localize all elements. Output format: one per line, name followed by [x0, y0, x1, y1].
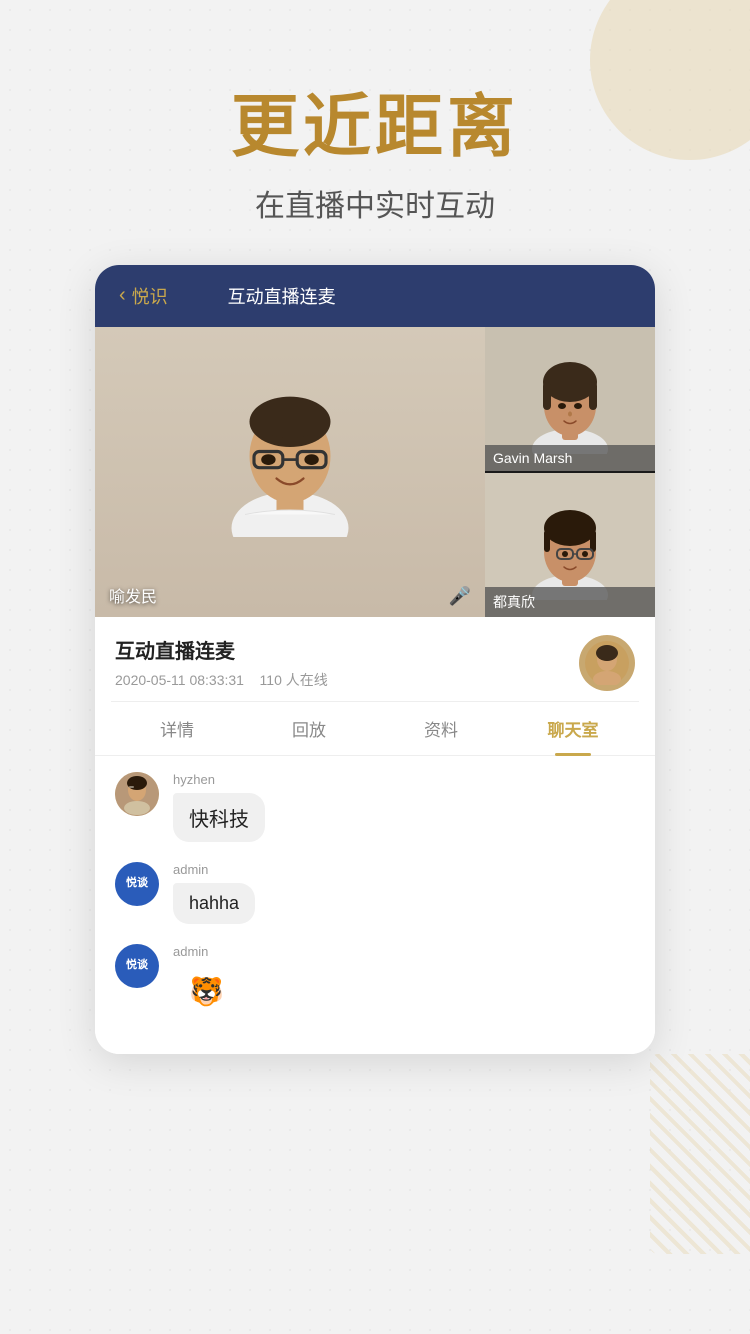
chat-avatar-3: 悦谈 — [115, 944, 159, 988]
side-person-1-svg — [530, 344, 610, 454]
main-video-feed — [95, 327, 485, 617]
session-date: 2020-05-11 08:33:31 — [115, 672, 244, 688]
chat-area: hyzhen 快科技 悦谈 admin hahha 悦谈 admin 🐯 — [95, 756, 655, 1054]
nav-back-button[interactable]: ‹ 悦识 — [119, 283, 168, 309]
session-meta: 2020-05-11 08:33:31 110 人在线 — [115, 670, 328, 690]
chat-bubble-2: hahha — [173, 883, 255, 924]
chat-body-1: hyzhen 快科技 — [173, 772, 265, 842]
chat-bubble-3: 🐯 — [173, 965, 240, 1018]
main-person-svg — [220, 357, 360, 537]
chat-avatar-1 — [115, 772, 159, 816]
chat-username-2: admin — [173, 862, 255, 877]
avatar-2-text: 悦谈 — [126, 878, 148, 889]
side-video-1-label: Gavin Marsh — [485, 445, 655, 471]
phone-card: ‹ 悦识 互动直播连麦 — [95, 265, 655, 1054]
bg-decoration-bottom — [650, 1054, 750, 1254]
header-area: 更近距离 在直播中实时互动 — [0, 0, 750, 265]
side-person-2-svg — [530, 490, 610, 600]
chat-message-3: 悦谈 admin 🐯 — [115, 944, 635, 1018]
session-online: 110 人在线 — [260, 672, 328, 688]
video-side: Gavin Marsh — [485, 327, 655, 617]
host-avatar — [579, 635, 635, 691]
session-title: 互动直播连麦 — [115, 635, 328, 664]
tab-chat[interactable]: 聊天室 — [507, 702, 639, 755]
session-info-row: 互动直播连麦 2020-05-11 08:33:31 110 人在线 — [95, 617, 655, 701]
back-label: 悦识 — [132, 283, 168, 309]
chat-message-1: hyzhen 快科技 — [115, 772, 635, 842]
tab-details[interactable]: 详情 — [111, 702, 243, 755]
chat-username-3: admin — [173, 944, 240, 959]
sub-title: 在直播中实时互动 — [0, 181, 750, 225]
avatar-3-text: 悦谈 — [126, 960, 148, 971]
chat-message-2: 悦谈 admin hahha — [115, 862, 635, 924]
chat-body-2: admin hahha — [173, 862, 255, 924]
video-main: 喻发民 🎤 — [95, 327, 485, 617]
avatar-1-svg — [115, 772, 159, 816]
side-video-1: Gavin Marsh — [485, 327, 655, 471]
tab-materials[interactable]: 资料 — [375, 702, 507, 755]
nav-bar: ‹ 悦识 互动直播连麦 — [95, 265, 655, 327]
chat-body-3: admin 🐯 — [173, 944, 240, 1018]
chat-avatar-2: 悦谈 — [115, 862, 159, 906]
nav-title: 互动直播连麦 — [228, 283, 336, 309]
mic-icon: 🎤 — [449, 586, 471, 607]
chat-username-1: hyzhen — [173, 772, 265, 787]
host-avatar-svg — [585, 641, 629, 685]
tabs-row: 详情 回放 资料 聊天室 — [95, 702, 655, 756]
video-grid: 喻发民 🎤 — [95, 327, 655, 617]
side-video-2-label: 都真欣 — [485, 587, 655, 617]
main-video-label: 喻发民 — [109, 583, 157, 607]
main-title: 更近距离 — [0, 90, 750, 165]
session-info-left: 互动直播连麦 2020-05-11 08:33:31 110 人在线 — [115, 635, 328, 690]
tab-replay[interactable]: 回放 — [243, 702, 375, 755]
chat-bubble-1: 快科技 — [173, 793, 265, 842]
back-icon: ‹ — [119, 284, 126, 307]
side-video-2: 都真欣 — [485, 473, 655, 617]
